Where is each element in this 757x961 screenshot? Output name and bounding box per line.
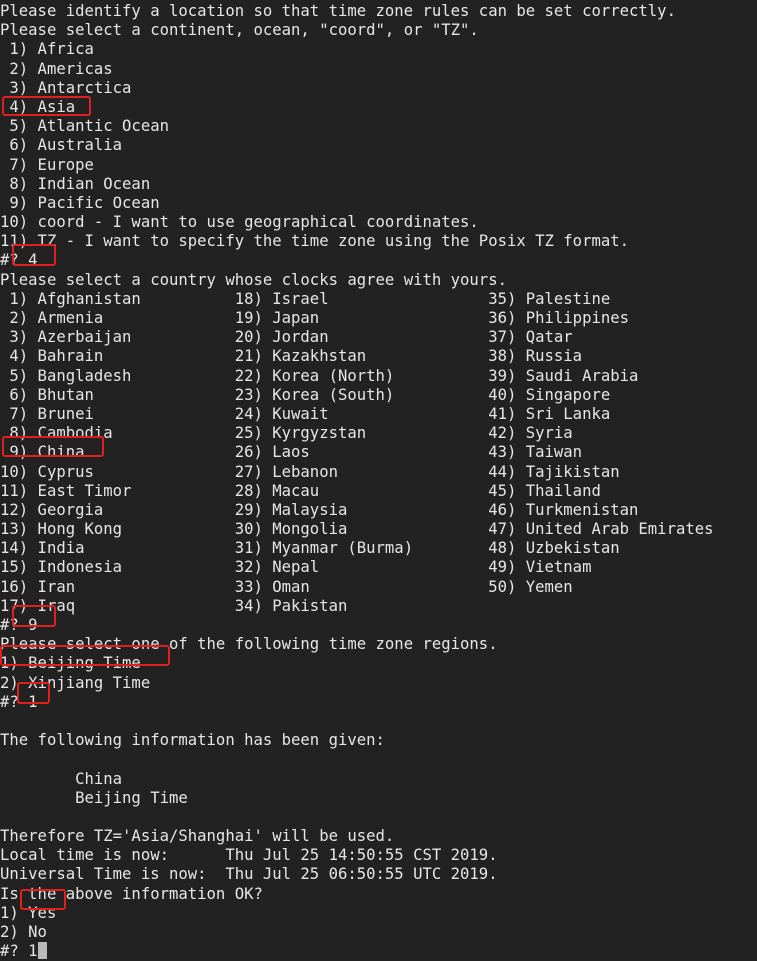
continent-option-antarctica[interactable]: 3) Antarctica: [0, 79, 757, 98]
region-prompt: Please select one of the following time …: [0, 635, 498, 654]
table-row[interactable]: 3) Azerbaijan 20) Jordan 37) Qatar: [0, 328, 757, 347]
summary-therefore: Therefore TZ='Asia/Shanghai' will be use…: [0, 827, 395, 846]
table-row[interactable]: 6) Bhutan 23) Korea (South) 40) Singapor…: [0, 386, 757, 405]
summary-heading: The following information has been given…: [0, 731, 385, 750]
table-row[interactable]: 16) Iran 33) Oman 50) Yemen: [0, 578, 757, 597]
country-list: 1) Afghanistan 18) Israel 35) Palestine …: [0, 290, 757, 616]
intro-line-2: Please select a continent, ocean, "coord…: [0, 21, 479, 40]
terminal-window[interactable]: Please identify a location so that time …: [0, 0, 757, 960]
table-row[interactable]: 1) Afghanistan 18) Israel 35) Palestine: [0, 290, 757, 309]
summary-local-time: Local time is now: Thu Jul 25 14:50:55 C…: [0, 846, 498, 865]
table-row[interactable]: 10) Cyprus 27) Lebanon 44) Tajikistan: [0, 463, 757, 482]
continent-option-europe[interactable]: 7) Europe: [0, 156, 757, 175]
final-answer-prompt[interactable]: #? 1: [0, 942, 757, 961]
summary-region: Beijing Time: [0, 788, 188, 807]
continent-option-americas[interactable]: 2) Americas: [0, 60, 757, 79]
continent-option-africa[interactable]: 1) Africa: [0, 40, 757, 59]
table-row[interactable]: 7) Brunei 24) Kuwait 41) Sri Lanka: [0, 405, 757, 424]
table-row[interactable]: 13) Hong Kong 30) Mongolia 47) United Ar…: [0, 520, 757, 539]
continent-option-tz[interactable]: 11) TZ - I want to specify the time zone…: [0, 232, 757, 251]
region-answer-prompt[interactable]: #? 1: [0, 693, 757, 712]
continent-answer-prompt[interactable]: #? 4: [0, 251, 757, 270]
confirm-option-no[interactable]: 2) No: [0, 923, 757, 942]
table-row[interactable]: 12) Georgia 29) Malaysia 46) Turkmenista…: [0, 501, 757, 520]
continent-option-australia[interactable]: 6) Australia: [0, 136, 757, 155]
table-row[interactable]: 17) Iraq 34) Pakistan: [0, 597, 757, 616]
table-row[interactable]: 14) India 31) Myanmar (Burma) 48) Uzbeki…: [0, 539, 757, 558]
summary-universal-time: Universal Time is now: Thu Jul 25 06:50:…: [0, 865, 498, 884]
table-row[interactable]: 8) Cambodia 25) Kyrgyzstan 42) Syria: [0, 424, 757, 443]
summary-country: China: [0, 769, 123, 788]
final-answer-text: #? 1: [0, 942, 38, 961]
continent-option-indian-ocean[interactable]: 8) Indian Ocean: [0, 175, 757, 194]
region-option-xinjiang-time[interactable]: 2) Xinjiang Time: [0, 674, 757, 693]
confirm-prompt: Is the above information OK?: [0, 884, 263, 903]
continent-option-atlantic-ocean[interactable]: 5) Atlantic Ocean: [0, 117, 757, 136]
table-row[interactable]: 15) Indonesia 32) Nepal 49) Vietnam: [0, 558, 757, 577]
table-row[interactable]: 4) Bahrain 21) Kazakhstan 38) Russia: [0, 347, 757, 366]
intro-line-1: Please identify a location so that time …: [0, 2, 676, 20]
region-option-beijing-time[interactable]: 1) Beijing Time: [0, 654, 757, 673]
continent-option-asia[interactable]: 4) Asia: [0, 98, 757, 117]
continent-option-pacific-ocean[interactable]: 9) Pacific Ocean: [0, 194, 757, 213]
country-prompt: Please select a country whose clocks agr…: [0, 270, 507, 289]
table-row[interactable]: 2) Armenia 19) Japan 36) Philippines: [0, 309, 757, 328]
continent-option-coord[interactable]: 10) coord - I want to use geographical c…: [0, 213, 757, 232]
table-row[interactable]: 11) East Timor 28) Macau 45) Thailand: [0, 482, 757, 501]
table-row[interactable]: 5) Bangladesh 22) Korea (North) 39) Saud…: [0, 367, 757, 386]
confirm-option-yes[interactable]: 1) Yes: [0, 904, 757, 923]
country-answer-prompt[interactable]: #? 9: [0, 616, 757, 635]
table-row[interactable]: 9) China 26) Laos 43) Taiwan: [0, 443, 757, 462]
